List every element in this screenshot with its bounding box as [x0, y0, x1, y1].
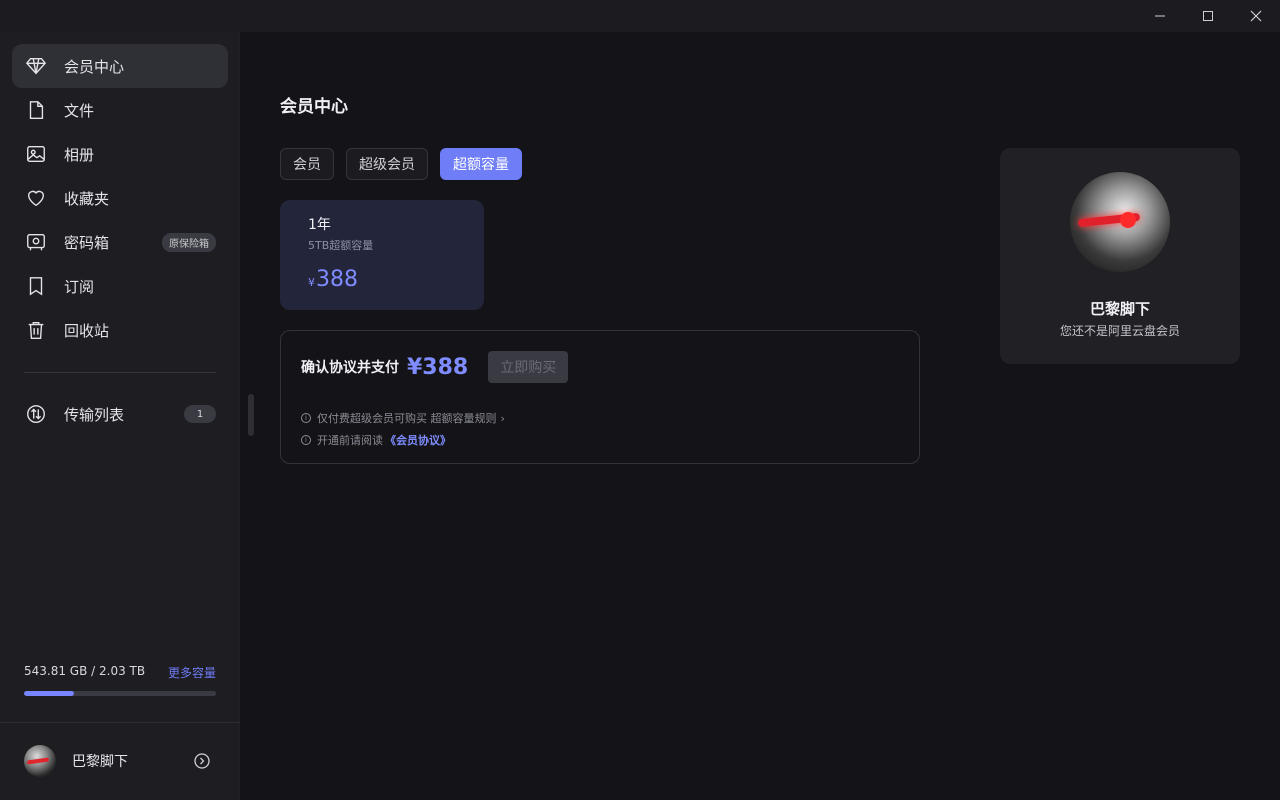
buy-now-button[interactable]: 立即购买: [488, 351, 569, 383]
main-content: 会员中心 会员 超级会员 超额容量 1年 5TB超额容量 ¥ 388 确认协议并…: [240, 32, 1280, 800]
membership-status: 您还不是阿里云盘会员: [1059, 324, 1180, 338]
page-title: 会员中心: [280, 97, 348, 117]
bookmark-icon: [24, 274, 48, 298]
maximize-button[interactable]: [1184, 0, 1232, 32]
more-storage-link[interactable]: 更多容量: [168, 664, 216, 681]
note-item[interactable]: i 仅付费超级会员可购买 超额容量规则 ›: [301, 407, 505, 429]
tab-super-member[interactable]: 超级会员: [346, 148, 428, 180]
note-text: 开通前请阅读: [317, 434, 383, 447]
plan-currency: ¥: [308, 276, 315, 289]
sidebar-item-label: 会员中心: [64, 57, 125, 76]
plan-price: ¥ 388: [308, 267, 456, 292]
title-bar: [0, 0, 1280, 32]
sidebar-transfer: 传输列表 1: [12, 392, 228, 436]
payment-notes: i 仅付费超级会员可购买 超额容量规则 › i 开通前请阅读 《会员协议》: [301, 407, 505, 451]
sidebar-item-label: 订阅: [64, 277, 95, 296]
sidebar-divider: [24, 372, 216, 373]
chevron-right-icon: ›: [500, 411, 505, 425]
member-agreement-link[interactable]: 《会员协议》: [385, 432, 451, 448]
window-controls: [1136, 0, 1280, 32]
payment-label: 确认协议并支付: [301, 360, 399, 376]
minimize-icon: [1155, 15, 1165, 17]
sidebar-item-label: 文件: [64, 101, 95, 120]
sidebar-item-favorites[interactable]: 收藏夹: [12, 176, 228, 220]
close-icon: [1250, 10, 1262, 22]
note-text: 仅付费超级会员可购买 超额容量规则: [317, 412, 497, 425]
sidebar-item-label: 传输列表: [64, 405, 125, 424]
payment-panel: 确认协议并支付 ¥388 立即购买 i 仅付费超级会员可购买 超额容量规则 › …: [280, 330, 920, 464]
sidebar-item-member-center[interactable]: 会员中心: [12, 44, 228, 88]
tab-extra-storage[interactable]: 超额容量: [440, 148, 522, 180]
trash-icon: [24, 318, 48, 342]
avatar[interactable]: [24, 745, 56, 777]
payment-price: ¥388: [407, 354, 469, 380]
maximize-icon: [1203, 11, 1213, 21]
file-icon: [24, 98, 48, 122]
transfer-count-badge: 1: [184, 405, 216, 423]
sidebar-item-trash[interactable]: 回收站: [12, 308, 228, 352]
sidebar-item-label: 收藏夹: [64, 189, 110, 208]
sidebar-item-password-box[interactable]: 密码箱 原保险箱: [12, 220, 228, 264]
sidebar-nav: 会员中心 文件 相册 收藏夹 密码箱 原保险箱 订阅 回收站: [12, 44, 228, 352]
membership-tabs: 会员 超级会员 超额容量: [280, 148, 534, 180]
user-profile-row[interactable]: 巴黎脚下: [24, 744, 216, 778]
sidebar-item-label: 回收站: [64, 321, 110, 340]
user-name: 巴黎脚下: [72, 754, 128, 770]
info-icon: i: [301, 413, 311, 423]
storage-progress-bar: [24, 691, 216, 696]
tab-member[interactable]: 会员: [280, 148, 334, 180]
transfer-icon: [24, 402, 48, 426]
storage-usage-text: 543.81 GB / 2.03 TB: [24, 664, 146, 678]
info-icon: i: [301, 435, 311, 445]
storage-progress-fill: [24, 691, 74, 696]
profile-card: 巴黎脚下 您还不是阿里云盘会员: [1000, 148, 1240, 364]
minimize-button[interactable]: [1136, 0, 1184, 32]
sidebar-item-tag: 原保险箱: [162, 233, 216, 252]
heart-icon: [24, 186, 48, 210]
sidebar-item-label: 密码箱: [64, 233, 110, 252]
storage-usage: 543.81 GB / 2.03 TB 更多容量: [24, 664, 216, 696]
sidebar-item-label: 相册: [64, 145, 95, 164]
sidebar-item-subscriptions[interactable]: 订阅: [12, 264, 228, 308]
note-item: i 开通前请阅读 《会员协议》: [301, 429, 505, 451]
avatar: [1070, 172, 1170, 272]
image-icon: [24, 142, 48, 166]
settings-icon[interactable]: [192, 751, 212, 771]
safe-icon: [24, 230, 48, 254]
plan-duration: 1年: [308, 217, 331, 233]
plan-description: 5TB超额容量: [308, 239, 374, 252]
profile-name: 巴黎脚下: [1089, 300, 1150, 318]
user-divider: [0, 722, 240, 723]
sidebar-item-album[interactable]: 相册: [12, 132, 228, 176]
plan-price-value: 388: [316, 267, 358, 292]
sidebar-item-transfer-list[interactable]: 传输列表 1: [12, 392, 228, 436]
plan-card-1-year[interactable]: 1年 5TB超额容量 ¥ 388: [280, 200, 484, 310]
sidebar: 会员中心 文件 相册 收藏夹 密码箱 原保险箱 订阅 回收站 传输列表 1 54…: [0, 32, 240, 800]
sidebar-item-files[interactable]: 文件: [12, 88, 228, 132]
close-button[interactable]: [1232, 0, 1280, 32]
diamond-icon: [24, 54, 48, 78]
